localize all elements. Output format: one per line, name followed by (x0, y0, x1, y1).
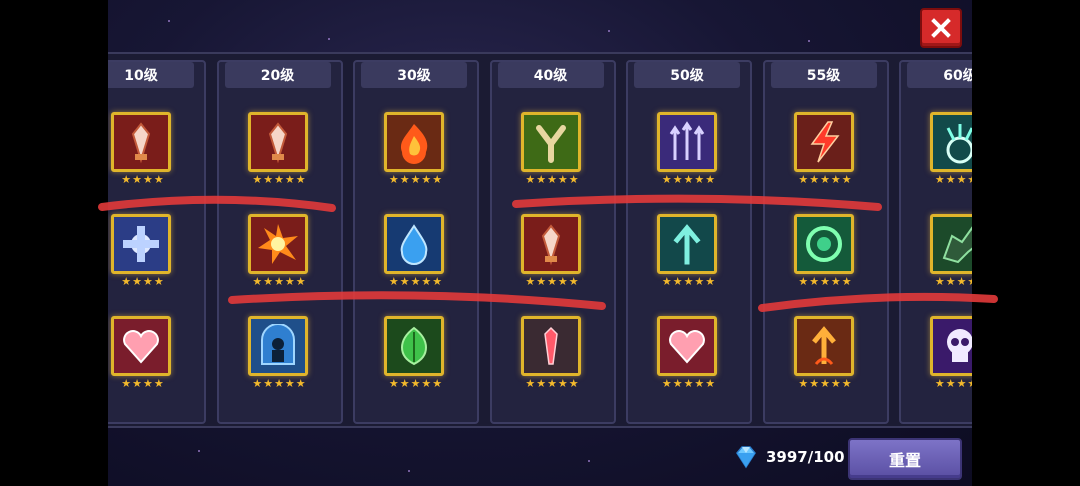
diamond-icon (736, 446, 756, 469)
level-header: 20级 (224, 62, 331, 88)
level-header: 30级 (361, 62, 467, 88)
crystal-sword-icon (541, 224, 560, 266)
skill-slot[interactable] (930, 214, 972, 274)
level-column: 55级 ★★★★★ ★★★★★ ★★★★★ (762, 60, 889, 424)
fire-arrow-icon (811, 326, 836, 365)
level-header: 40级 (497, 62, 604, 88)
star-rating: ★★★★★ (252, 377, 307, 390)
skill-slot[interactable] (793, 112, 854, 172)
level-header: 55级 (770, 62, 877, 88)
close-button[interactable] (920, 8, 962, 48)
skill-slot[interactable] (111, 214, 171, 274)
cyan-arrow-icon (673, 224, 701, 265)
skill-slot[interactable] (384, 112, 444, 172)
star-rating: ★★★★★ (798, 377, 853, 390)
slingshot-icon (535, 125, 566, 163)
dragon-icon (942, 226, 972, 264)
star-rating: ★★★★ (121, 173, 165, 186)
leaf-icon (401, 326, 427, 366)
fire-icon (400, 124, 428, 164)
gem-count: 3997/100 (766, 448, 845, 466)
explosion-icon (257, 224, 298, 264)
crystal-sword-icon (131, 122, 151, 164)
bg-star (808, 40, 810, 42)
skill-slot[interactable] (247, 214, 308, 274)
level-column: 20级 ★★★★★ ★★★★★ ★★★★★ (216, 60, 343, 424)
level-header: 10级 (108, 62, 194, 88)
star-rating: ★★★★★ (388, 173, 444, 186)
skill-slot[interactable] (247, 112, 308, 172)
star-rating: ★★★★ (121, 275, 165, 288)
light-burst-icon (946, 124, 972, 164)
star-rating: ★★★★★ (934, 173, 972, 186)
star-rating: ★★★★★ (388, 377, 444, 390)
lightning-icon (810, 121, 840, 163)
heart-icon (123, 330, 159, 364)
water-drop-icon (400, 224, 428, 265)
skill-slot[interactable] (930, 112, 972, 172)
game-screen: 10级 ★★★★ ★★★★ ★★★★ 20级 ★★★★★ ★★★★★ ★★★★★ 30级 ★★★★… (108, 0, 972, 486)
heart-icon (669, 330, 705, 364)
crystal-sword-icon (268, 122, 287, 164)
blood-dagger-icon (543, 326, 558, 365)
level-column: 10级 ★★★★ ★★★★ ★★★★ (108, 60, 206, 424)
level-header: 50级 (634, 62, 740, 88)
star-rating: ★★★★★ (798, 173, 853, 186)
white-orb-icon (123, 226, 159, 262)
bg-star (168, 20, 170, 22)
star-rating: ★★★★★ (661, 377, 717, 390)
star-rating: ★★★★★ (388, 275, 444, 288)
star-rating: ★★★★★ (525, 275, 580, 288)
star-rating: ★★★★★ (525, 377, 580, 390)
skill-slot[interactable] (657, 214, 717, 274)
skill-slot[interactable] (520, 316, 581, 376)
star-rating: ★★★★★ (934, 377, 972, 390)
star-rating: ★★★★★ (661, 173, 717, 186)
skill-slot[interactable] (520, 112, 581, 172)
star-rating: ★★★★★ (798, 275, 853, 288)
skill-slot[interactable] (247, 316, 308, 376)
level-column: 60级 ★★★★★ ★★★★★ ★★★★★ (899, 60, 972, 424)
star-rating: ★★★★★ (934, 275, 972, 288)
skill-slot[interactable] (930, 316, 972, 376)
star-rating: ★★★★★ (661, 275, 717, 288)
skill-slot[interactable] (657, 316, 717, 376)
close-icon (931, 18, 951, 38)
star-rating: ★★★★ (121, 377, 165, 390)
skill-slot[interactable] (793, 214, 854, 274)
skull-icon (947, 329, 972, 362)
skill-slot[interactable] (793, 316, 854, 376)
level-header: 60级 (907, 62, 972, 88)
star-rating: ★★★★★ (252, 173, 307, 186)
reset-button[interactable]: 重置 (848, 438, 962, 480)
skill-slot[interactable] (111, 316, 171, 376)
skill-slot[interactable] (520, 214, 581, 274)
bg-star (608, 30, 610, 32)
level-column: 30级 ★★★★★ ★★★★★ ★★★★★ (353, 60, 479, 424)
skill-slot[interactable] (384, 316, 444, 376)
skill-slot[interactable] (384, 214, 444, 274)
green-vortex-icon (805, 226, 842, 262)
triple-arrow-icon (669, 121, 705, 160)
star-rating: ★★★★★ (525, 173, 580, 186)
level-column: 50级 ★★★★★ ★★★★★ ★★★★★ (626, 60, 752, 424)
ghost-shield-icon (260, 324, 295, 365)
level-column: 40级 ★★★★★ ★★★★★ ★★★★★ (489, 60, 616, 424)
star-rating: ★★★★★ (252, 275, 307, 288)
skill-slot[interactable] (657, 112, 717, 172)
bg-star (328, 38, 330, 40)
skill-slot[interactable] (111, 112, 171, 172)
